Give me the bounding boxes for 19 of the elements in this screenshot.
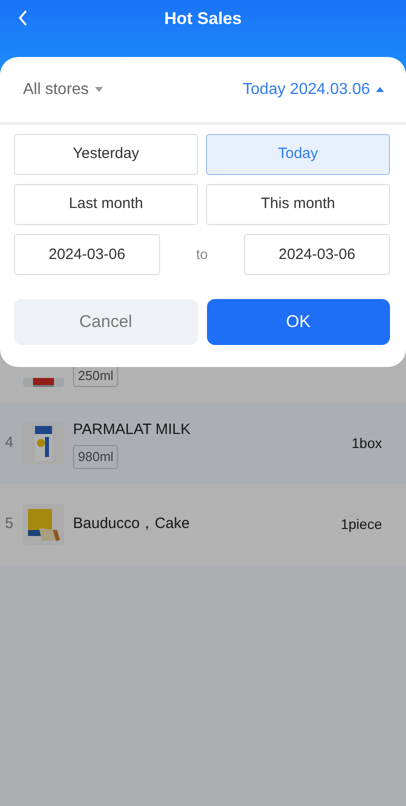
rank-number: 4	[5, 433, 14, 454]
cancel-button[interactable]: Cancel	[14, 299, 198, 345]
date-dropdown[interactable]: Today 2024.03.06	[242, 78, 384, 102]
range-separator: to	[195, 245, 209, 264]
size-tag: 980ml	[73, 445, 118, 468]
quantity-text: 1box	[352, 434, 382, 453]
product-name: Bauducco，Cake	[73, 514, 190, 534]
period-option[interactable]: Last month	[14, 184, 198, 225]
product-name: PARMALAT MILK	[73, 420, 191, 440]
store-dropdown[interactable]: All stores	[23, 78, 103, 102]
end-date-field[interactable]: 2024-03-06	[244, 234, 390, 275]
quantity-text: 1piece	[340, 515, 382, 534]
period-option[interactable]: This month	[206, 184, 390, 225]
page-title: Hot Sales	[163, 8, 243, 30]
period-option[interactable]: Yesterday	[14, 134, 198, 175]
ok-button[interactable]: OK	[206, 299, 390, 345]
back-icon[interactable]	[18, 10, 28, 26]
start-date-field[interactable]: 2024-03-06	[14, 234, 160, 275]
rank-number: 5	[5, 514, 14, 534]
